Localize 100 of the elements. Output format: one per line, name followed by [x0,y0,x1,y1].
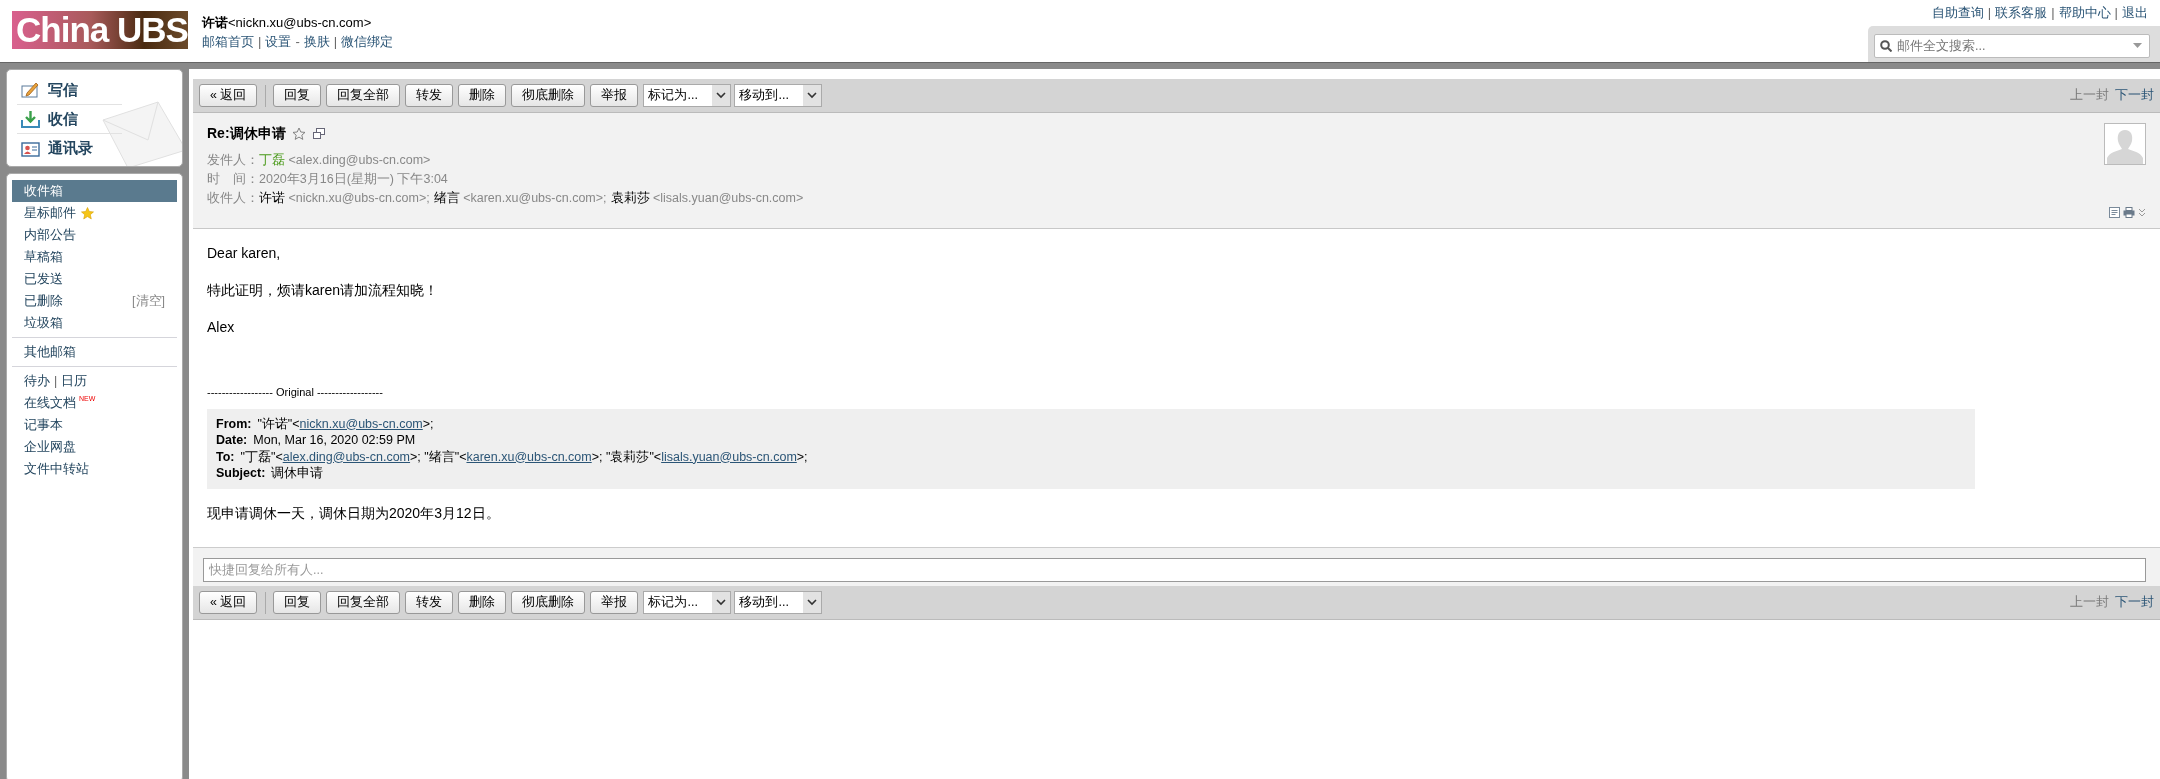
body-paragraph: Alex [207,318,236,337]
folder-item[interactable]: 企业网盘 [12,436,177,458]
contact-card-icon [21,139,40,158]
folder-item[interactable]: 垃圾箱 [12,312,177,334]
compose-icon [21,81,40,99]
quick-action-button[interactable]: 收信 [17,105,122,134]
toolbar-button[interactable]: 举报 [590,84,639,107]
original-divider: ------------------ Original ------------------ [207,385,384,400]
folder-item[interactable]: 收件箱 [12,180,177,202]
toolbar-button[interactable]: 转发 [405,591,454,614]
folder-label: 已发送 [24,270,63,288]
folder-label: 星标邮件 [24,204,76,222]
caret-icon [716,599,727,606]
quick-action-button[interactable]: 写信 [17,76,122,105]
header-link[interactable]: 邮箱首页 [202,34,254,49]
folder-label: 其他邮箱 [24,343,76,361]
separator: | [258,34,262,49]
folder-label: 草稿箱 [24,248,63,266]
toolbar-button[interactable]: 回复全部 [326,591,401,614]
dropdown[interactable]: 标记为... [643,591,732,614]
toolbar-button[interactable]: 回复 [273,84,322,107]
caret-icon [716,92,727,99]
quick-action-button[interactable]: 通讯录 [17,134,122,163]
toolbar-button[interactable]: 回复 [273,591,322,614]
toolbar-button[interactable]: 回复全部 [326,84,401,107]
recipient-name: 袁莉莎 [610,190,650,205]
print-icon[interactable] [2122,207,2135,218]
folder-label: 企业网盘 [24,438,76,456]
field-label: 收件人： [207,190,259,205]
mail-subject: Re:调休申请 [207,124,286,143]
quote-label: From: [216,416,252,431]
header-link[interactable]: 自助查询 [1931,5,1984,20]
folder-item[interactable]: 日历 [61,371,88,391]
email-link[interactable]: karen.xu@ubs-cn.com [466,449,592,464]
reply-field[interactable]: 快捷回复给所有人... [203,558,2146,582]
folder-item[interactable]: 其他邮箱 [12,341,177,363]
quote-value: 调休申请 [271,466,324,480]
separator: - [295,34,300,49]
logo: China UBS [12,11,188,49]
toolbar-button[interactable]: 转发 [405,84,454,107]
folder-label: 记事本 [24,416,63,434]
folder-item[interactable]: 星标邮件 [12,202,177,224]
email-link[interactable]: lisals.yuan@ubs-cn.com [661,449,797,464]
dropdown[interactable]: 移动到... [734,84,823,107]
empty-trash-link[interactable]: [清空] [132,291,165,311]
header-link[interactable]: 联系客服 [1995,5,2048,20]
search-field[interactable]: 邮件全文搜索... [1874,34,2150,58]
star-icon[interactable] [292,126,307,141]
chevron-icon[interactable] [2138,208,2146,217]
back-button[interactable]: « 返回 [199,84,258,107]
recipient-email: <lisals.yuan@ubs-cn.com> [653,190,804,205]
back-button[interactable]: « 返回 [199,591,258,614]
note-icon[interactable] [2108,207,2120,218]
header-link[interactable]: 换肤 [303,34,330,49]
recipient-name: 许诺 [259,190,285,205]
header-link[interactable]: 帮助中心 [2058,5,2111,20]
download-icon [21,110,40,128]
recipient-email: <karen.xu@ubs-cn.com>; [463,190,607,205]
separator: | [2114,5,2118,20]
folder-item[interactable]: 内部公告 [12,224,177,246]
mail-time: 2020年3月16日(星期一) 下午3:04 [259,171,448,186]
field-label: 时 间： [207,171,259,186]
recipient-email: <nickn.xu@ubs-cn.com>; [288,190,430,205]
folder-item[interactable]: 文件中转站 [12,458,177,480]
toolbar-button[interactable]: 彻底删除 [511,591,586,614]
email-link[interactable]: alex.ding@ubs-cn.com [282,449,411,464]
folder-label: 文件中转站 [24,460,89,478]
body-paragraph: Dear karen, [207,244,282,263]
quote-value: Mon, Mar 16, 2020 02:59 PM [253,433,416,447]
folder-item[interactable]: 已发送 [12,268,177,290]
quote-label: Subject: [216,466,266,480]
next-link[interactable]: 下一封 [2115,593,2154,612]
next-link[interactable]: 下一封 [2115,86,2154,105]
header-link[interactable]: 微信绑定 [341,34,394,49]
header-link[interactable]: 退出 [2122,5,2148,20]
toolbar-button[interactable]: 举报 [590,591,639,614]
dropdown[interactable]: 标记为... [643,84,732,107]
dropdown[interactable]: 移动到... [734,591,823,614]
toolbar-button[interactable]: 彻底删除 [511,84,586,107]
folder-item[interactable]: 已删除 [清空] [12,290,177,312]
sender-name: 丁磊 [259,152,285,167]
folder-label: 垃圾箱 [24,314,63,332]
toolbar-button[interactable]: 删除 [458,84,507,107]
folder-item[interactable]: 记事本 [12,414,177,436]
separator: | [2051,5,2055,20]
quote-value: "丁磊"<alex.ding@ubs-cn.com>; "绪言"<karen.xu@ubs-cn.com>; "袁莉莎"<lisals.yuan@ubs-cn.com>; [240,449,808,464]
email-link[interactable]: nickn.xu@ubs-cn.com [299,416,423,431]
sender-email: <alex.ding@ubs-cn.com> [288,152,431,167]
body-paragraph: 现申请调休一天，调休日期为2020年3月12日。 [207,503,501,523]
folder-item[interactable]: 待办 [24,371,50,391]
folder-label: 已删除 [24,292,63,310]
toolbar-button[interactable]: 删除 [458,591,507,614]
folder-label: 在线文档 [24,394,76,412]
caret-icon [807,599,818,606]
header-link[interactable]: 设置 [265,34,292,49]
popout-icon[interactable] [312,128,325,139]
caret-icon[interactable] [2133,43,2142,49]
caret-icon [807,92,818,99]
folder-item[interactable]: 草稿箱 [12,246,177,268]
folder-label: 内部公告 [24,226,76,244]
